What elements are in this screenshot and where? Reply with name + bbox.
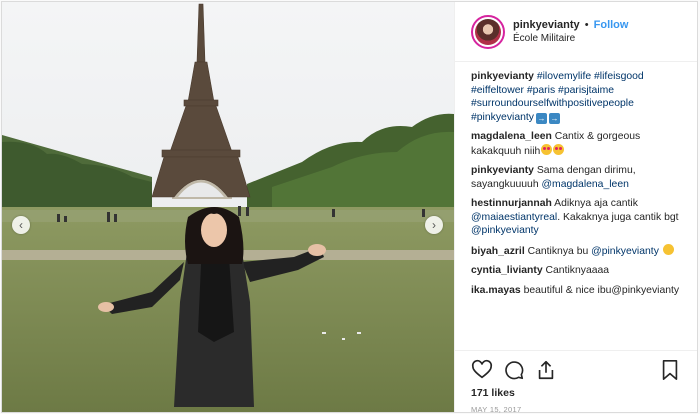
- comment-item: magdalena_leen Cantix & gorgeous kakakqu…: [471, 130, 681, 158]
- avatar[interactable]: [471, 14, 505, 49]
- mention-link[interactable]: @magdalena_leen: [542, 179, 629, 190]
- hashtag[interactable]: #lifeisgood: [594, 71, 644, 82]
- mention-link[interactable]: @pinkyevianty: [591, 246, 659, 257]
- share-icon[interactable]: [535, 359, 557, 381]
- arrow-emoji-icon: →: [535, 112, 547, 124]
- comment-text: beautiful & nice ibu@pinkyevianty: [523, 284, 680, 296]
- comment-username[interactable]: ika.mayas: [471, 285, 521, 296]
- chevron-left-icon[interactable]: ‹: [12, 216, 30, 234]
- comment-username[interactable]: cyntia_livianty: [471, 265, 543, 276]
- comment-username[interactable]: pinkyevianty: [471, 165, 534, 176]
- post-actions: 171 likes MAY 15, 2017: [455, 350, 697, 414]
- heart-eyes-emoji-icon: [541, 143, 553, 155]
- post-date: MAY 15, 2017: [471, 405, 522, 414]
- bookmark-icon[interactable]: [659, 359, 681, 381]
- hashtag[interactable]: #paris: [527, 85, 555, 96]
- hashtag[interactable]: #eiffeltower: [471, 85, 524, 96]
- location-link[interactable]: École Militaire: [513, 32, 628, 46]
- header-separator: •: [584, 18, 589, 31]
- hashtag[interactable]: #pinkyevianty: [471, 112, 534, 123]
- follow-button[interactable]: Follow: [594, 19, 629, 31]
- header-username[interactable]: pinkyevianty: [513, 19, 580, 31]
- heart-icon[interactable]: [471, 359, 493, 381]
- instagram-post: ‹ › pinkyevianty • Follow École Militair…: [1, 1, 698, 414]
- comment-item: hestinnurjannah Adiknya aja cantik @maia…: [471, 197, 681, 238]
- hashtag[interactable]: #parisjtaime: [558, 85, 614, 96]
- chevron-right-icon[interactable]: ›: [425, 216, 443, 234]
- hashtag[interactable]: #ilovemylife: [537, 71, 591, 82]
- mention-link[interactable]: @pinkyevianty: [471, 225, 539, 236]
- comment-text: . Kakaknya juga cantik bgt: [557, 211, 679, 223]
- comment-item: cyntia_livianty Cantiknyaaaa: [471, 264, 681, 278]
- comment-text: Cantiknya bu: [527, 245, 589, 257]
- eiffel-tower-photo: [2, 2, 454, 412]
- post-header: pinkyevianty • Follow École Militaire: [455, 2, 697, 62]
- comment-item: biyah_azril Cantiknya bu @pinkyevianty: [471, 243, 681, 259]
- comment-item: ika.mayas beautiful & nice ibu@pinkyevia…: [471, 284, 681, 298]
- comment-text: Cantiknyaaaa: [545, 265, 610, 276]
- arrow-emoji-icon: →: [548, 112, 560, 124]
- smile-emoji-icon: [662, 243, 674, 255]
- comment-icon[interactable]: [503, 359, 525, 381]
- comment-username[interactable]: hestinnurjannah: [471, 198, 552, 209]
- comment-text: Adiknya aja cantik: [554, 198, 638, 209]
- hashtag[interactable]: #surroundourselfwithpositivepeople: [471, 98, 634, 109]
- comment-username[interactable]: magdalena_leen: [471, 131, 552, 142]
- post-photo[interactable]: ‹ ›: [2, 2, 454, 412]
- comments-list[interactable]: pinkyevianty #ilovemylife #lifeisgood #e…: [455, 62, 697, 350]
- caption-username[interactable]: pinkyevianty: [471, 71, 534, 82]
- comment-username[interactable]: biyah_azril: [471, 246, 525, 257]
- post-sidebar: pinkyevianty • Follow École Militaire pi…: [454, 2, 697, 414]
- comment-item: pinkyevianty Sama dengan dirimu, sayangk…: [471, 164, 681, 191]
- caption: pinkyevianty #ilovemylife #lifeisgood #e…: [471, 70, 681, 124]
- heart-eyes-emoji-icon: [553, 143, 565, 155]
- likes-count[interactable]: 171 likes: [471, 387, 681, 399]
- mention-link[interactable]: @maiaestiantyreal: [471, 212, 557, 223]
